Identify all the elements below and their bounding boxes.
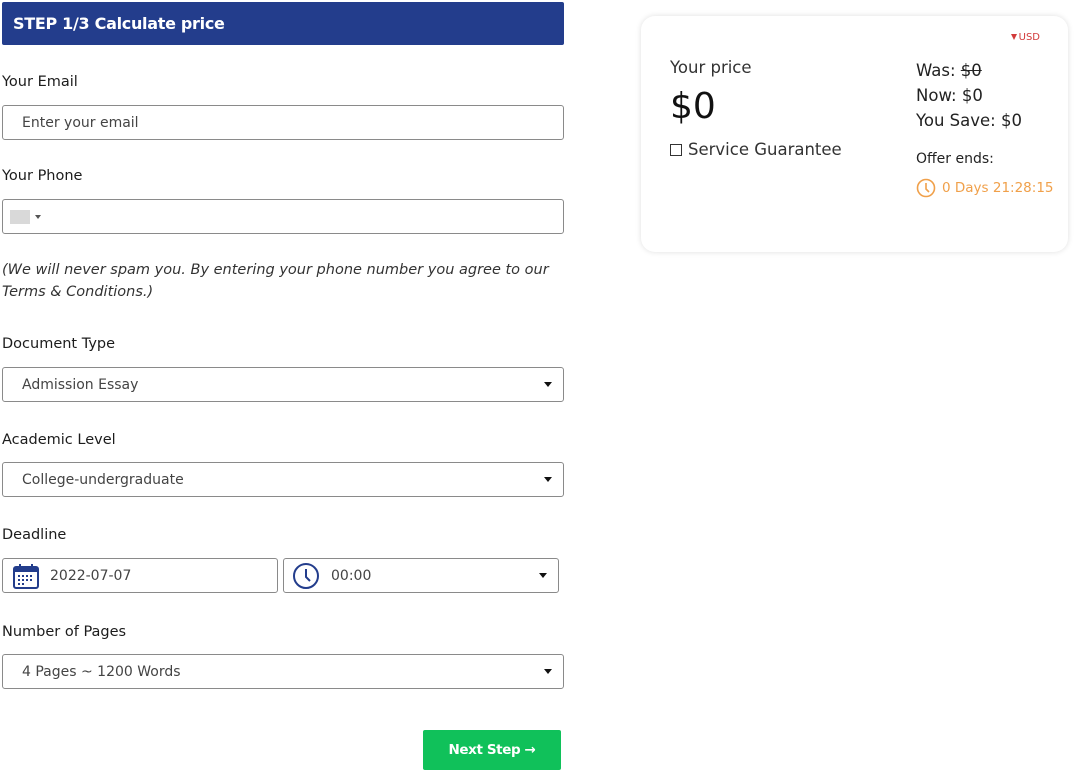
deadline-time-select[interactable]: 00:00 [283, 558, 559, 593]
country-flag-icon[interactable] [10, 209, 30, 224]
email-placeholder: Enter your email [22, 114, 139, 131]
pages-label: Number of Pages [2, 624, 127, 640]
deadline-time-value: 00:00 [331, 567, 372, 584]
step-title: STEP 1/3 Calculate price [13, 14, 225, 33]
phone-label: Your Phone [2, 168, 83, 184]
save-row: You Save: $0 [916, 108, 1022, 133]
chevron-down-icon[interactable] [35, 214, 41, 219]
pages-select[interactable]: 4 Pages ~ 1200 Words [2, 654, 564, 689]
checkbox-icon[interactable] [670, 143, 682, 156]
deadline-date-value: 2022-07-07 [50, 567, 132, 584]
now-value: $0 [961, 86, 983, 105]
save-label: You Save: [916, 111, 996, 130]
step-header: STEP 1/3 Calculate price [2, 2, 564, 45]
your-price-label: Your price [670, 58, 752, 77]
clock-icon [293, 562, 319, 589]
currency-selector[interactable]: USD [1010, 32, 1040, 43]
was-label: Was: [916, 61, 956, 80]
offer-ends-label: Offer ends: [916, 151, 994, 167]
deadline-label: Deadline [2, 527, 67, 543]
pages-value: 4 Pages ~ 1200 Words [22, 663, 181, 680]
save-value: $0 [1001, 111, 1022, 130]
price-value: $0 [670, 86, 716, 127]
order-form: STEP 1/3 Calculate price [2, 2, 564, 45]
currency-label: USD [1018, 32, 1040, 43]
document-type-select[interactable]: Admission Essay [2, 367, 564, 402]
was-row: Was: $0 [916, 58, 1022, 83]
clock-icon [916, 178, 936, 198]
phone-input[interactable] [2, 199, 564, 234]
countdown-timer: 0 Days 21:28:15 [916, 178, 1054, 198]
email-label: Your Email [2, 74, 78, 90]
price-breakdown: Was: $0 Now: $0 You Save: $0 [916, 58, 1022, 133]
price-card: USD Your price $0 Service Guarantee Was:… [641, 16, 1068, 252]
deadline-date-input[interactable]: 2022-07-07 [2, 558, 278, 593]
document-type-value: Admission Essay [22, 376, 139, 393]
service-guarantee-label: Service Guarantee [688, 140, 842, 159]
next-step-button[interactable]: Next Step → [423, 730, 561, 770]
chevron-down-icon [544, 382, 552, 387]
document-type-label: Document Type [2, 336, 116, 352]
privacy-note: (We will never spam you. By entering you… [2, 262, 549, 300]
now-label: Now: [916, 86, 957, 105]
caret-down-icon [1010, 34, 1017, 40]
now-row: Now: $0 [916, 83, 1022, 108]
service-guarantee[interactable]: Service Guarantee [670, 140, 842, 159]
chevron-down-icon [544, 669, 552, 674]
academic-level-label: Academic Level [2, 432, 116, 448]
email-input[interactable]: Enter your email [2, 105, 564, 140]
calendar-icon [13, 563, 39, 589]
academic-level-select[interactable]: College-undergraduate [2, 462, 564, 497]
chevron-down-icon [539, 573, 547, 578]
was-value: $0 [960, 61, 982, 80]
countdown-value: 0 Days 21:28:15 [942, 180, 1054, 196]
academic-level-value: College-undergraduate [22, 471, 184, 488]
chevron-down-icon [544, 477, 552, 482]
